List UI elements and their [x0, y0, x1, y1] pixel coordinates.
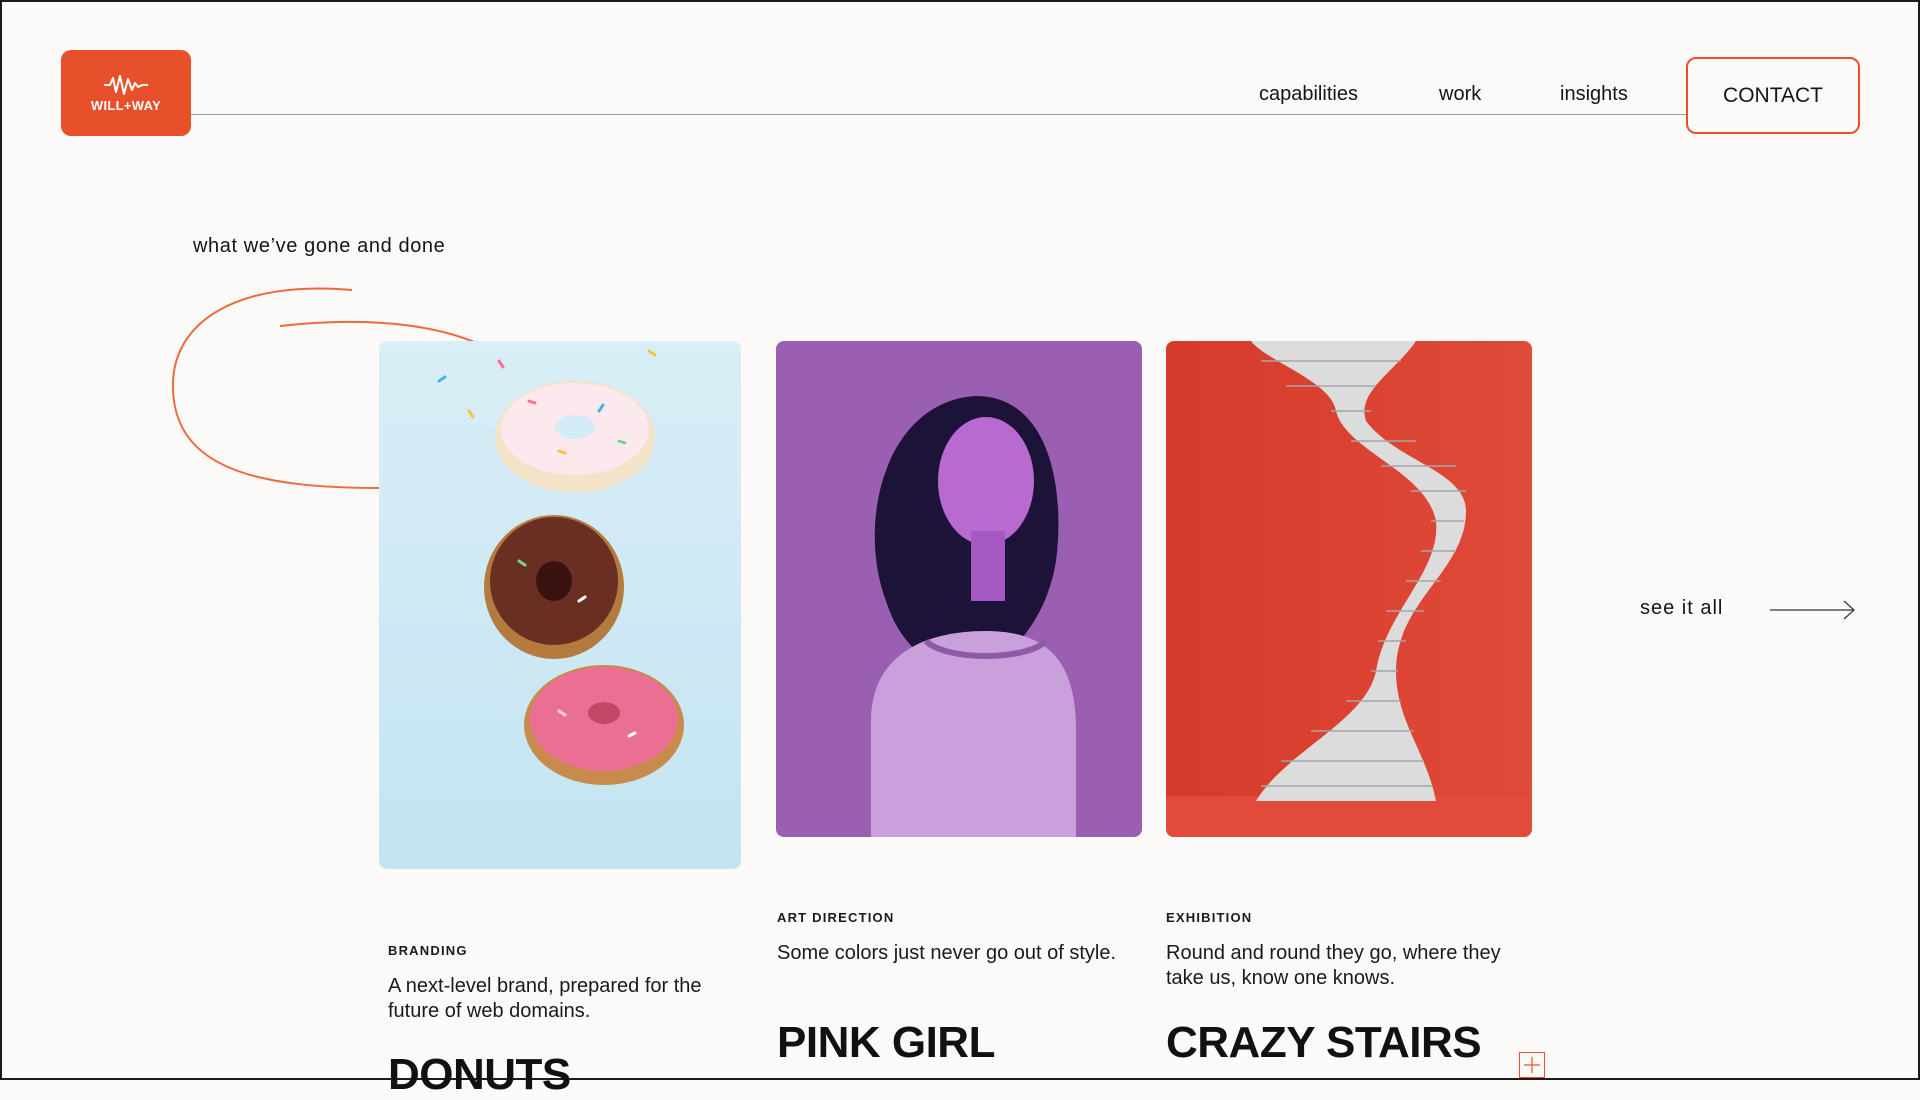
- waveform-icon: [104, 74, 148, 95]
- project-title[interactable]: DONUTS: [388, 1050, 571, 1100]
- header-divider: [191, 114, 1686, 115]
- project-title[interactable]: CRAZY STAIRS: [1166, 1018, 1482, 1068]
- contact-button[interactable]: CONTACT: [1686, 57, 1860, 134]
- project-description: Some colors just never go out of style.: [777, 942, 1117, 964]
- expand-button[interactable]: [1519, 1052, 1545, 1078]
- plus-icon: [1524, 1057, 1540, 1073]
- project-description: Round and round they go, where they take…: [1166, 942, 1501, 989]
- logo-text: WILL+WAY: [90, 97, 162, 113]
- project-category: EXHIBITION: [1166, 910, 1253, 925]
- donuts-image[interactable]: [379, 341, 741, 869]
- project-title[interactable]: PINK GIRL: [777, 1018, 995, 1068]
- project-description: A next-level brand, prepared for the fut…: [388, 975, 702, 1022]
- project-category: BRANDING: [388, 943, 468, 958]
- section-label: what we’ve gone and done: [193, 235, 446, 257]
- logo[interactable]: WILL+WAY: [61, 50, 191, 136]
- crazy-stairs-image[interactable]: [1166, 341, 1532, 837]
- arrow-right-icon[interactable]: [1768, 598, 1858, 622]
- see-all-link[interactable]: see it all: [1640, 597, 1723, 620]
- project-category: ART DIRECTION: [777, 910, 895, 925]
- nav-capabilities[interactable]: capabilities: [1259, 83, 1358, 106]
- pink-girl-image[interactable]: [776, 341, 1142, 837]
- nav-work[interactable]: work: [1439, 83, 1481, 106]
- nav-insights[interactable]: insights: [1560, 83, 1628, 106]
